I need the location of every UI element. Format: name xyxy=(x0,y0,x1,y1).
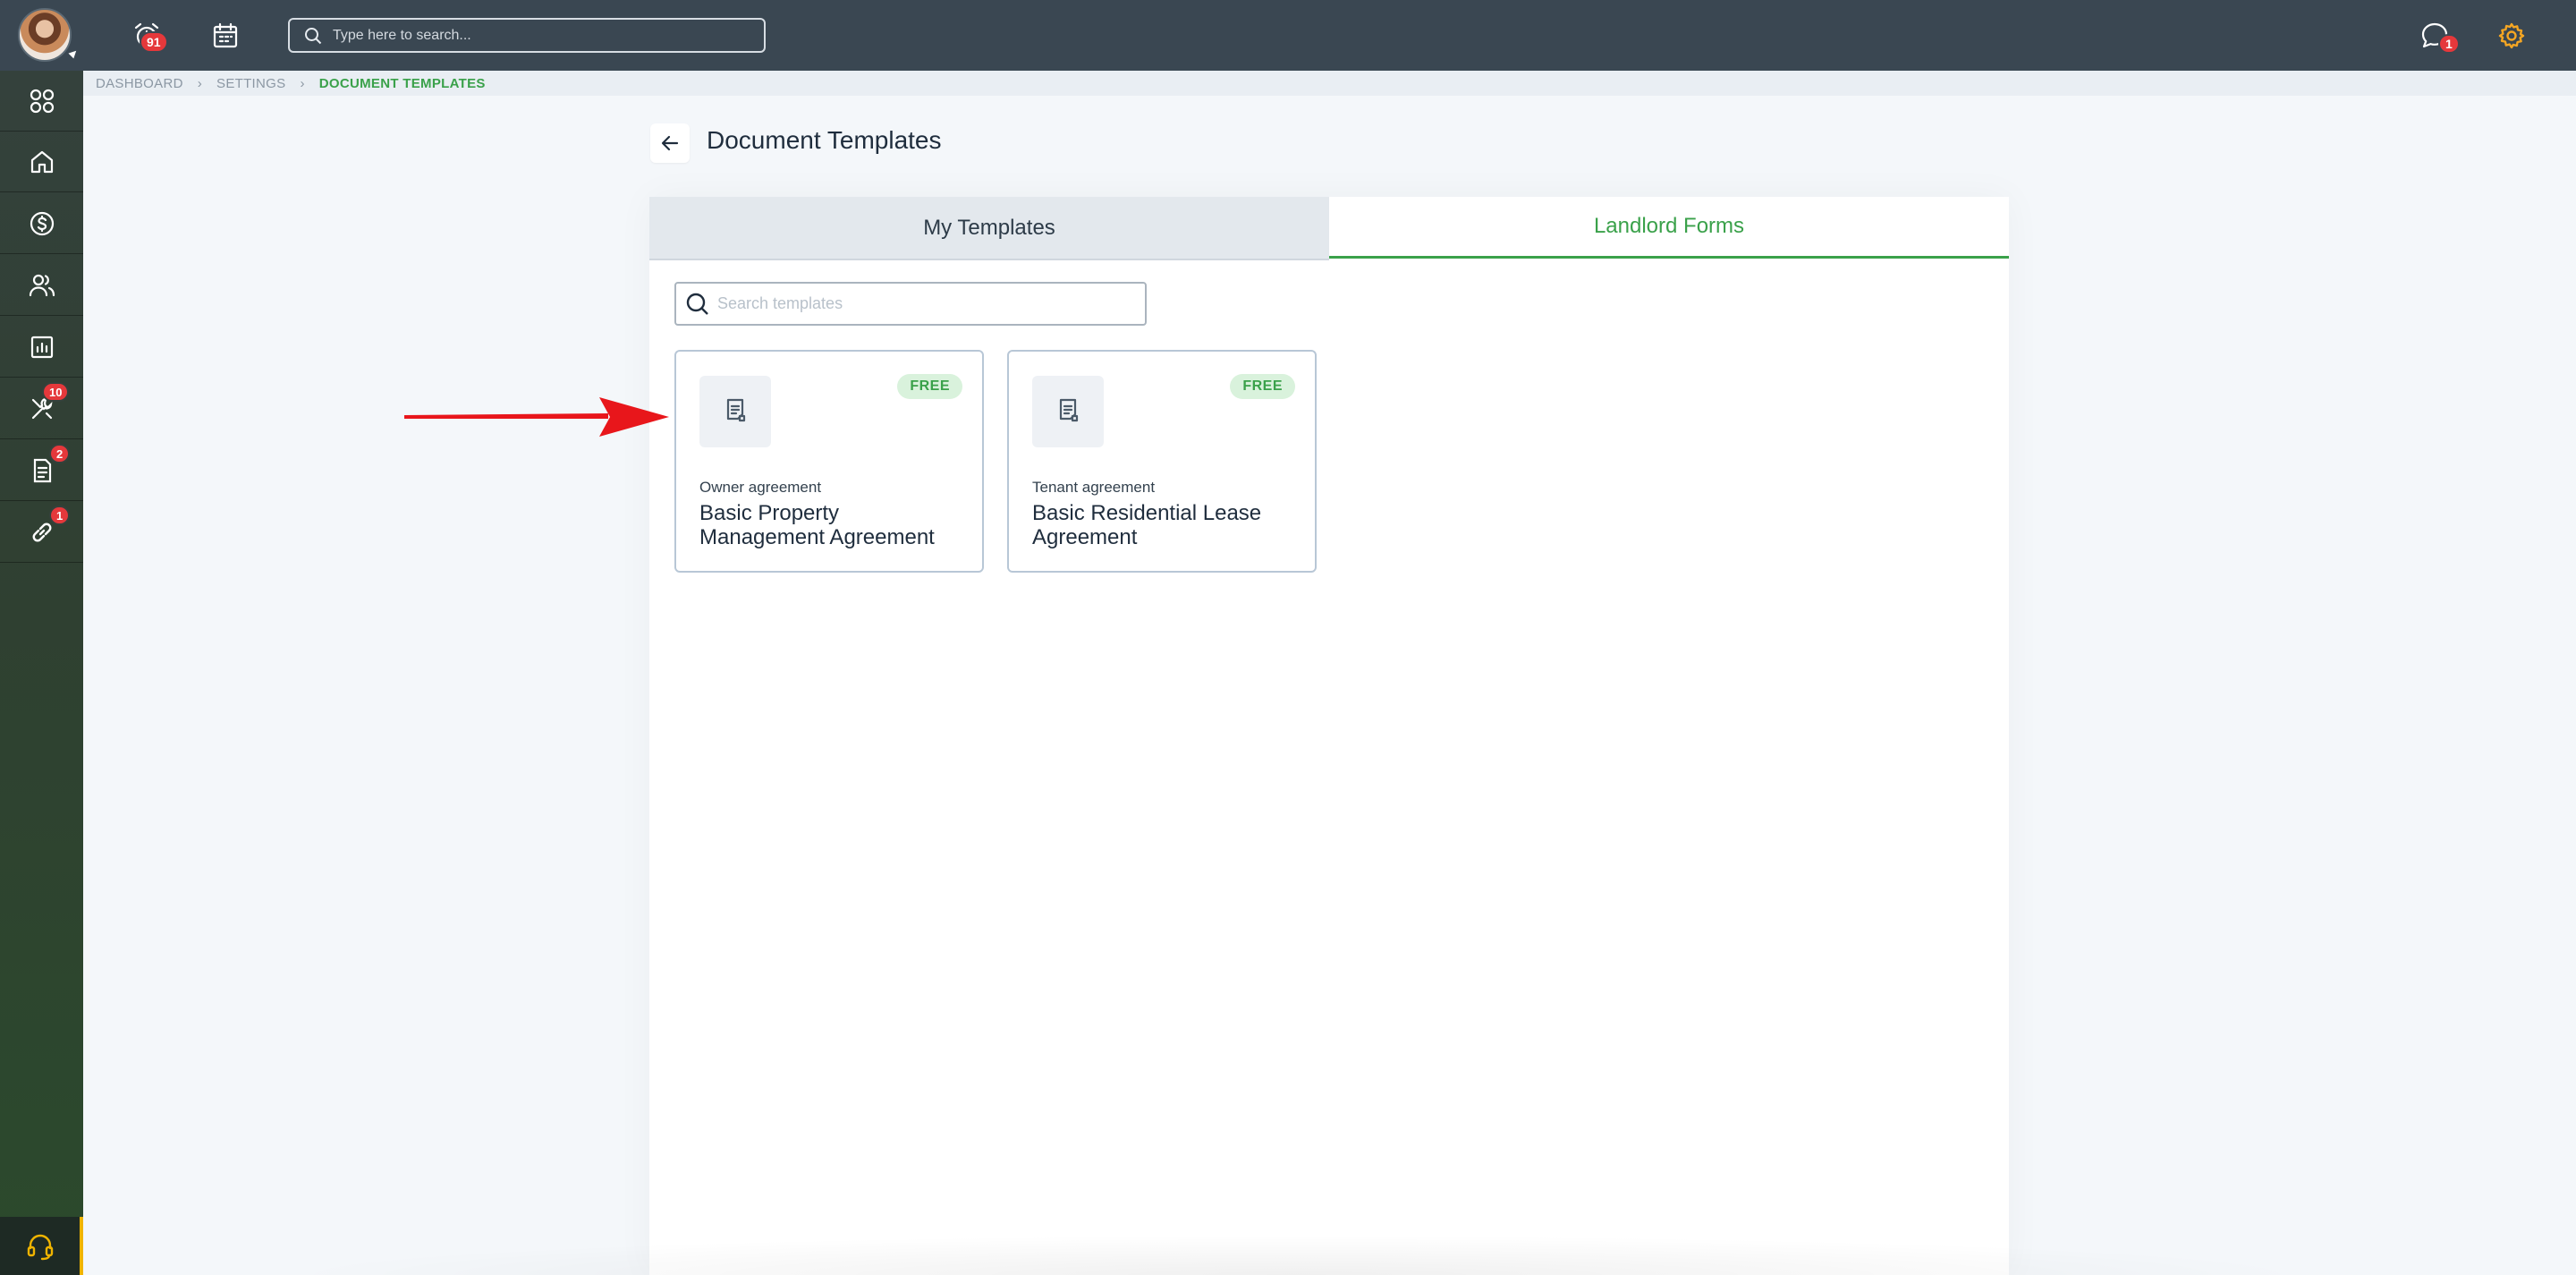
free-badge: FREE xyxy=(897,374,962,399)
global-search-input[interactable] xyxy=(333,27,726,44)
document-icon xyxy=(726,398,746,422)
documents-count-badge: 2 xyxy=(49,444,71,463)
support-button[interactable] xyxy=(0,1217,83,1275)
page-title: Document Templates xyxy=(707,126,942,154)
document-icon xyxy=(1059,398,1079,422)
search-icon xyxy=(686,293,708,315)
sidebar-item-people[interactable] xyxy=(0,255,83,316)
alarm-notifications-button[interactable]: 91 xyxy=(127,16,168,55)
template-type: Owner agreement xyxy=(699,479,822,496)
template-card[interactable]: FREE Owner agreement Basic Property Mana… xyxy=(674,350,984,573)
messages-count-badge: 1 xyxy=(2438,34,2460,54)
templates-search-input[interactable] xyxy=(717,294,1129,313)
arrow-left-icon xyxy=(661,135,679,151)
templates-search[interactable] xyxy=(674,282,1147,326)
breadcrumb: DASHBOARD › SETTINGS › DOCUMENT TEMPLATE… xyxy=(83,71,2576,96)
maintenance-count-badge: 10 xyxy=(42,382,70,402)
sidebar-item-home[interactable] xyxy=(0,132,83,192)
chevron-right-icon: › xyxy=(300,75,305,91)
dollar-circle-icon xyxy=(30,211,54,235)
calendar-icon xyxy=(213,22,238,48)
link-icon xyxy=(32,523,51,541)
templates-panel: My Templates Landlord Forms FREE Owner a… xyxy=(649,197,2009,1275)
notifications-count-badge: 91 xyxy=(140,31,168,53)
sidebar: 10 2 1 xyxy=(0,71,83,1275)
apps-grid-icon xyxy=(30,89,54,113)
top-bar: ▲ 91 1 xyxy=(0,0,2576,71)
tab-divider xyxy=(649,259,1329,260)
sidebar-item-documents[interactable]: 2 xyxy=(0,440,83,501)
annotation-arrow xyxy=(404,397,669,437)
template-name: Basic Property Management Agreement xyxy=(699,501,935,549)
sidebar-item-maintenance[interactable]: 10 xyxy=(0,378,83,439)
template-name: Basic Residential Lease Agreement xyxy=(1032,501,1262,549)
users-icon xyxy=(29,274,55,296)
free-badge: FREE xyxy=(1230,374,1295,399)
breadcrumb-settings[interactable]: SETTINGS xyxy=(216,76,285,91)
search-icon xyxy=(305,27,322,44)
sidebar-item-finance[interactable] xyxy=(0,193,83,254)
settings-button[interactable] xyxy=(2492,16,2531,55)
integrations-count-badge: 1 xyxy=(49,506,71,525)
gear-icon xyxy=(2498,22,2525,49)
home-icon xyxy=(30,150,53,173)
calendar-button[interactable] xyxy=(206,16,245,55)
card-icon-box xyxy=(699,376,771,447)
template-card[interactable]: FREE Tenant agreement Basic Residential … xyxy=(1007,350,1317,573)
template-type: Tenant agreement xyxy=(1032,479,1156,496)
chevron-right-icon: › xyxy=(197,75,203,91)
tab-landlord-forms[interactable]: Landlord Forms xyxy=(1329,197,2009,259)
breadcrumb-dashboard[interactable]: DASHBOARD xyxy=(96,76,183,91)
tab-my-templates[interactable]: My Templates xyxy=(649,197,1329,259)
sidebar-item-reports[interactable] xyxy=(0,317,83,378)
sidebar-item-integrations[interactable]: 1 xyxy=(0,502,83,563)
card-icon-box xyxy=(1032,376,1104,447)
document-icon xyxy=(33,458,51,482)
bar-chart-icon xyxy=(30,336,53,358)
headset-icon xyxy=(27,1234,53,1260)
breadcrumb-document-templates: DOCUMENT TEMPLATES xyxy=(318,75,486,91)
messages-button[interactable]: 1 xyxy=(2415,16,2460,55)
back-button[interactable] xyxy=(650,123,690,163)
sidebar-item-apps[interactable] xyxy=(0,71,83,132)
global-search[interactable] xyxy=(288,18,766,53)
